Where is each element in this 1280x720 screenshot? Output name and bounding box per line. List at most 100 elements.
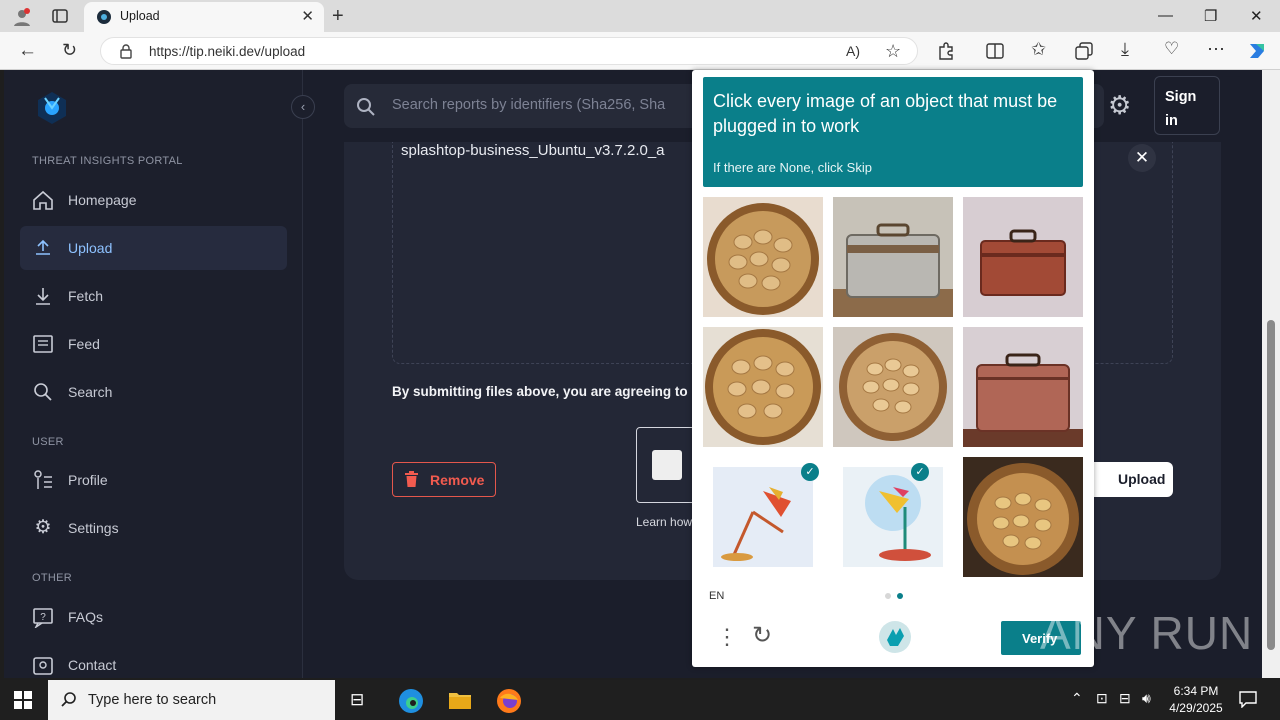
- extensions-icon[interactable]: [937, 42, 955, 64]
- tab-close-icon[interactable]: ✕: [301, 7, 314, 25]
- maximize-icon[interactable]: ❐: [1204, 7, 1217, 25]
- firefox-icon[interactable]: [496, 688, 522, 718]
- agreement-text: By submitting files above, you are agree…: [392, 384, 688, 399]
- browser-tab[interactable]: Upload ✕: [84, 2, 324, 32]
- page-scrollbar[interactable]: [1262, 70, 1280, 678]
- search-icon: [32, 381, 54, 403]
- browser-essentials-icon[interactable]: ♡: [1164, 40, 1179, 57]
- tab-title: Upload: [120, 9, 160, 23]
- collections-icon[interactable]: [1075, 42, 1093, 64]
- section-label-user: USER: [32, 436, 64, 448]
- upload-label: Upload: [1118, 471, 1166, 487]
- clock-date: 4/29/2025: [1169, 701, 1223, 715]
- taskbar-search-input[interactable]: Type here to search: [48, 680, 335, 720]
- taskbar-search-placeholder: Type here to search: [88, 692, 217, 708]
- volume-icon[interactable]: 🔊︎: [1142, 691, 1151, 705]
- sidebar-item-label: Upload: [68, 240, 113, 256]
- clock-time: 6:34 PM: [1173, 684, 1219, 698]
- sidebar-item-label: FAQs: [68, 609, 104, 625]
- task-view-icon[interactable]: ⊟: [350, 691, 364, 708]
- sidebar-item-settings[interactable]: ⚙ Settings: [20, 506, 287, 550]
- more-menu-icon[interactable]: ⋯: [1207, 40, 1225, 58]
- favorite-star-icon[interactable]: ☆: [885, 42, 901, 60]
- sidebar-collapse-button[interactable]: ‹: [291, 95, 315, 119]
- search-icon: [60, 691, 78, 713]
- sidebar-item-contact[interactable]: Contact: [20, 643, 287, 678]
- sidebar-item-label: Contact: [68, 657, 117, 673]
- feed-icon: [32, 333, 54, 355]
- learn-how-link[interactable]: Learn how: [636, 515, 692, 529]
- split-screen-icon[interactable]: [986, 42, 1004, 64]
- window-close-icon[interactable]: ✕: [1250, 7, 1263, 25]
- remove-button[interactable]: Remove: [392, 462, 496, 497]
- close-icon[interactable]: ✕: [1128, 144, 1156, 172]
- sidebar-item-upload[interactable]: Upload: [20, 226, 287, 270]
- favicon-icon: [96, 9, 112, 29]
- sidebar-item-label: Profile: [68, 472, 108, 488]
- file-explorer-icon[interactable]: [448, 689, 472, 715]
- captcha-tile-6[interactable]: [963, 327, 1083, 447]
- url-text[interactable]: https://tip.neiki.dev/upload: [149, 44, 305, 59]
- captcha-header: Click every image of an object that must…: [703, 77, 1083, 187]
- read-aloud-icon[interactable]: A): [846, 44, 860, 58]
- refresh-icon[interactable]: ↻: [752, 624, 772, 648]
- captcha-tile-4[interactable]: [703, 327, 823, 447]
- gear-icon[interactable]: ⚙: [1108, 90, 1131, 121]
- network-icon[interactable]: ⊟: [1119, 691, 1131, 705]
- windows-start-icon[interactable]: [14, 691, 32, 713]
- captcha-tile-3[interactable]: [963, 197, 1083, 317]
- copilot-icon[interactable]: [1246, 40, 1268, 66]
- captcha-dialog: Click every image of an object that must…: [692, 70, 1094, 667]
- new-tab-icon[interactable]: +: [332, 6, 344, 26]
- lock-icon[interactable]: [119, 44, 133, 63]
- scrollbar-thumb[interactable]: [1267, 320, 1275, 650]
- captcha-tile-7[interactable]: ✓: [703, 457, 823, 577]
- sidebar-item-label: Settings: [68, 520, 119, 536]
- sidebar-item-faqs[interactable]: ? FAQs: [20, 595, 287, 639]
- minimize-icon[interactable]: —: [1158, 7, 1173, 24]
- edge-browser-icon[interactable]: [398, 688, 424, 718]
- watermark: ANY RUN: [1040, 607, 1254, 659]
- selected-check-icon: ✓: [801, 463, 819, 481]
- taskbar-clock[interactable]: 6:34 PM 4/29/2025: [1164, 683, 1228, 717]
- sidebar-item-profile[interactable]: Profile: [20, 458, 287, 502]
- sidebar: THREAT INSIGHTS PORTAL Homepage Upload F…: [4, 70, 303, 678]
- more-options-icon[interactable]: ⋮: [716, 626, 738, 648]
- checkbox-square[interactable]: [652, 450, 682, 480]
- suitcase-image: [963, 327, 1083, 447]
- desk-lamp-image: [833, 457, 953, 577]
- contact-icon: [32, 654, 54, 676]
- tab-actions-icon[interactable]: [52, 8, 68, 28]
- system-tray-chevron-icon[interactable]: ⌃: [1071, 691, 1083, 705]
- favorites-icon[interactable]: ✩: [1031, 40, 1046, 58]
- app-logo[interactable]: [34, 90, 70, 126]
- back-icon[interactable]: ←: [18, 41, 37, 60]
- sidebar-item-fetch[interactable]: Fetch: [20, 274, 287, 318]
- url-bar[interactable]: https://tip.neiki.dev/upload A) ☆: [100, 37, 918, 65]
- device-icon[interactable]: ⊡: [1096, 691, 1108, 705]
- fetch-icon: [32, 285, 54, 307]
- captcha-tile-9[interactable]: [963, 457, 1083, 577]
- sidebar-item-feed[interactable]: Feed: [20, 322, 287, 366]
- page-dot-1: [885, 593, 891, 599]
- captcha-tile-5[interactable]: [833, 327, 953, 447]
- captcha-tile-8[interactable]: ✓: [833, 457, 953, 577]
- sidebar-item-homepage[interactable]: Homepage: [20, 178, 287, 222]
- sidebar-item-search[interactable]: Search: [20, 370, 287, 414]
- captcha-checkbox-button[interactable]: [636, 427, 696, 503]
- profile-icon: [32, 469, 54, 491]
- captcha-tile-2[interactable]: [833, 197, 953, 317]
- language-selector[interactable]: EN: [709, 590, 724, 602]
- reload-icon[interactable]: ↻: [62, 41, 77, 59]
- potatoes-basket-image: [703, 197, 823, 317]
- suitcase-image: [833, 197, 953, 317]
- profile-icon[interactable]: [12, 7, 32, 31]
- hcaptcha-logo-icon: [878, 620, 912, 658]
- downloads-icon[interactable]: ⤓: [1121, 40, 1129, 58]
- address-toolbar: ← ↻ https://tip.neiki.dev/upload A) ☆ ✩ …: [0, 32, 1280, 70]
- sign-in-button[interactable]: Sign in: [1154, 76, 1220, 135]
- captcha-tile-1[interactable]: [703, 197, 823, 317]
- taskbar: Type here to search ⊟ ⌃ ⊡ ⊟ 🔊︎ 6:34 PM 4…: [0, 680, 1280, 720]
- notification-icon[interactable]: [1239, 690, 1257, 712]
- upload-button[interactable]: Upload: [1086, 462, 1173, 497]
